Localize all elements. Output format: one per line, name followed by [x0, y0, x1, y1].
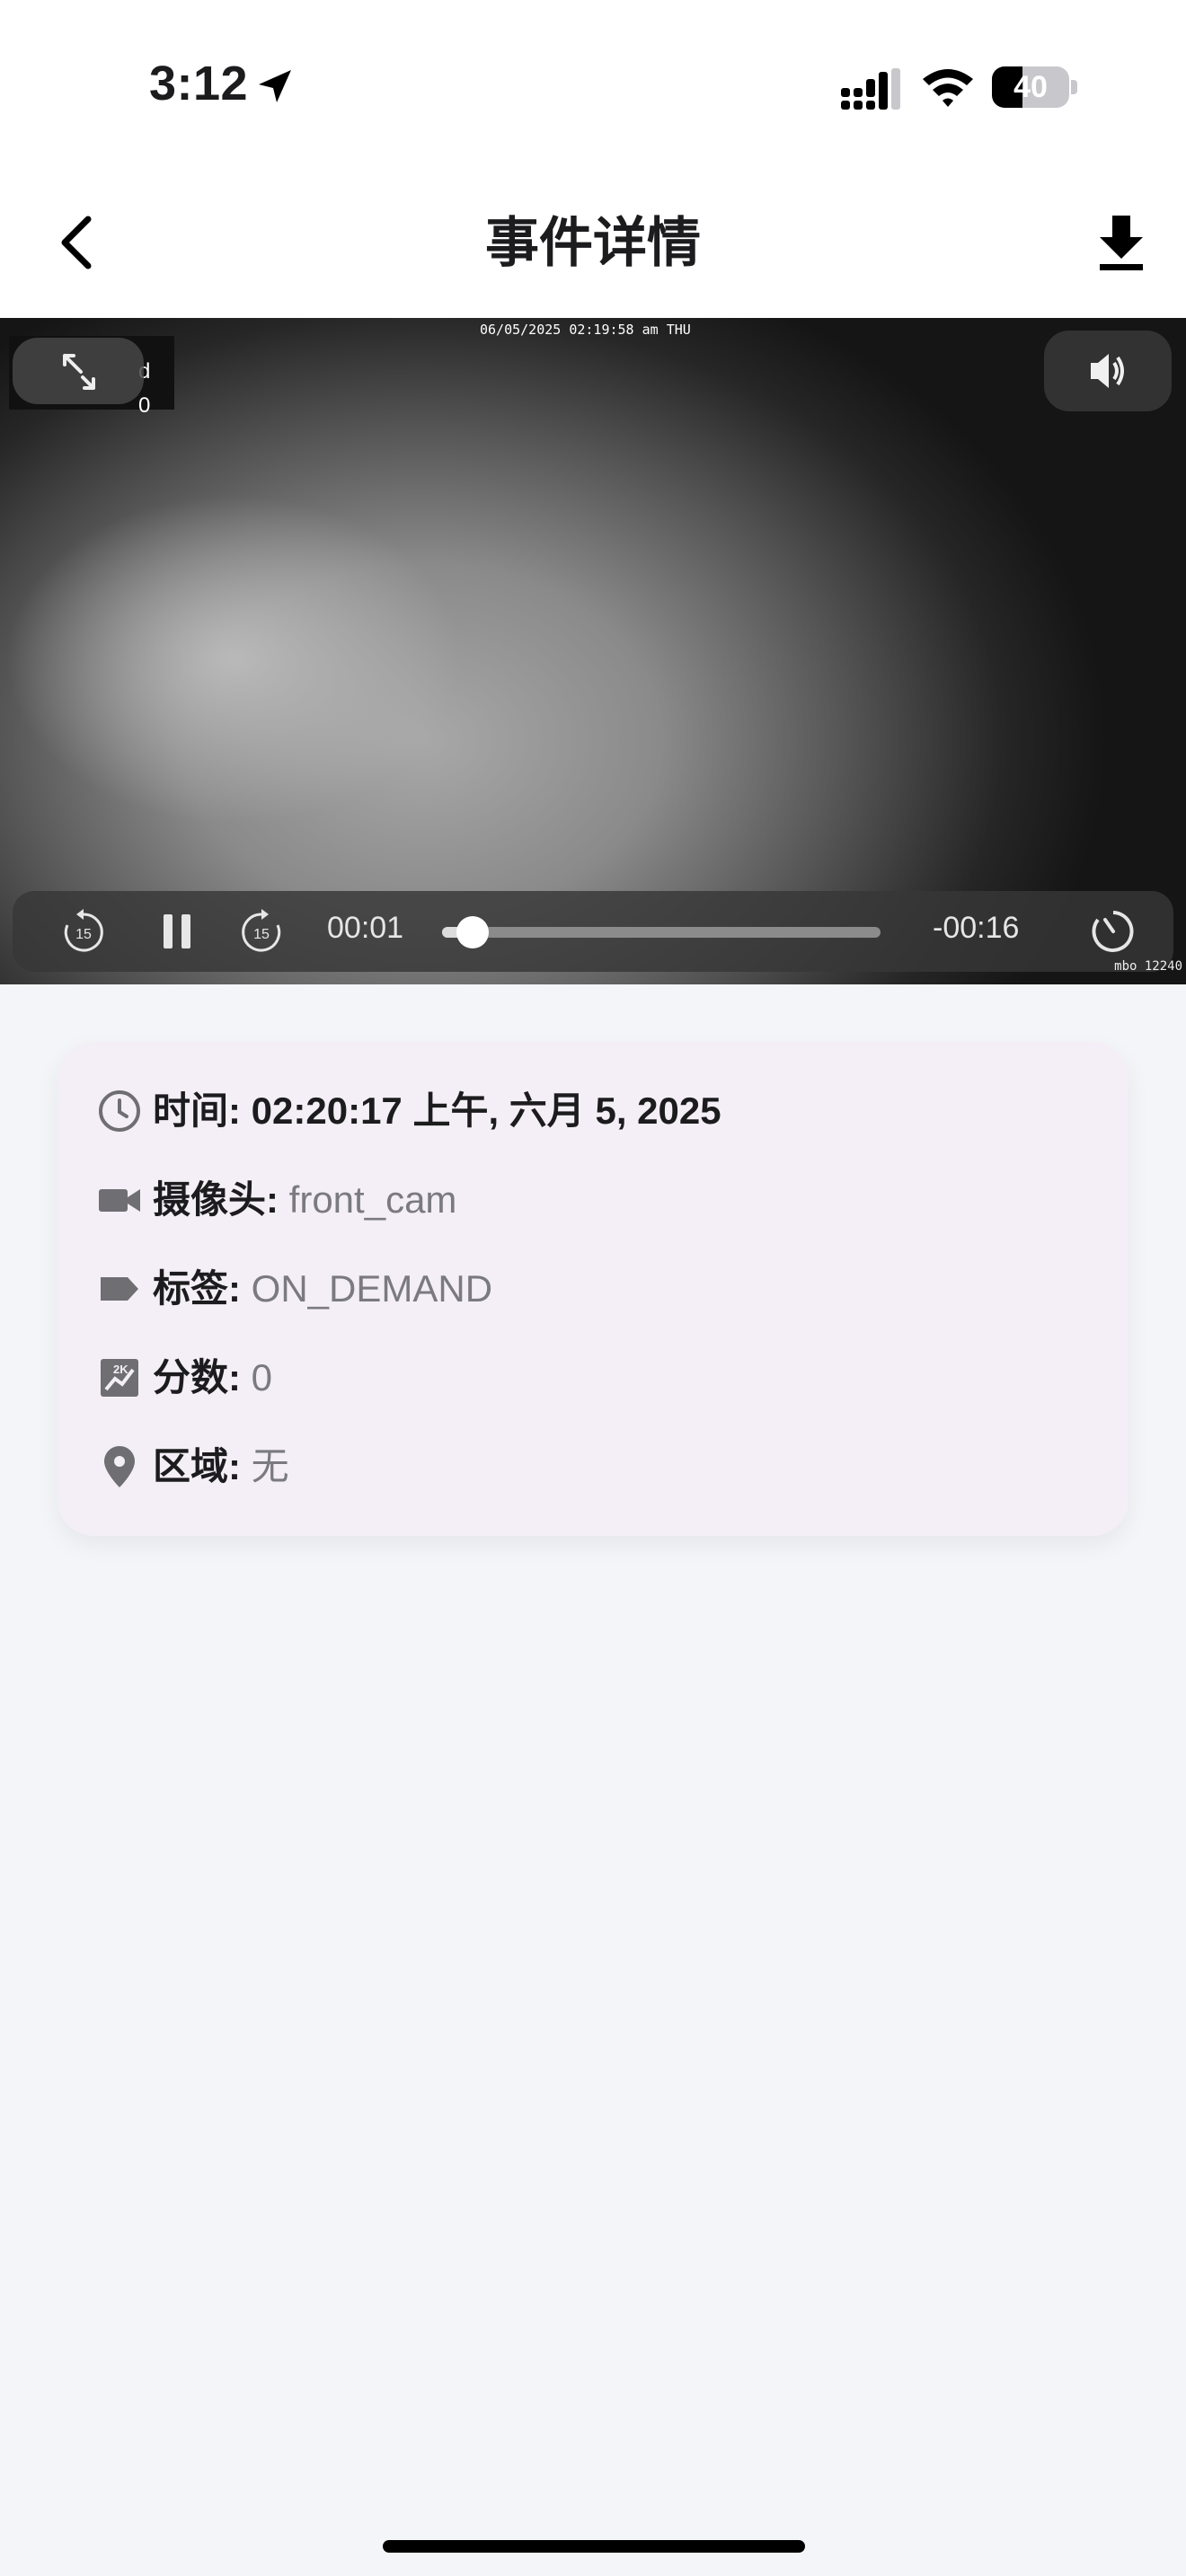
camera-value: front_cam	[288, 1178, 457, 1221]
tag-row: 标签: ON_DEMAND	[97, 1261, 1103, 1315]
zone-row: 区域: 无	[97, 1439, 1103, 1493]
app-bar: 事件详情	[0, 171, 1186, 318]
video-corner-label: mbo 12240	[1114, 959, 1182, 974]
time-row: 时间: 02:20:17 上午, 六月 5, 2025	[97, 1083, 1103, 1137]
location-pin-icon	[104, 1446, 135, 1487]
time-value: 02:20:17 上午, 六月 5, 2025	[251, 1090, 721, 1132]
score-label: 分数:	[153, 1356, 241, 1398]
zone-label: 区域:	[153, 1445, 241, 1487]
score-value: 0	[251, 1356, 273, 1398]
wifi-icon	[923, 69, 973, 107]
tag-value: ON_DEMAND	[251, 1267, 493, 1310]
battery-percent: 40	[1013, 70, 1048, 104]
remaining-time: -00:16	[933, 911, 1020, 945]
svg-text:15: 15	[75, 927, 92, 942]
score-chart-icon: 2K	[101, 1359, 138, 1397]
event-info-card: 时间: 02:20:17 上午, 六月 5, 2025 摄像头: front_c…	[58, 1042, 1128, 1536]
rewind-15-icon[interactable]: 15	[58, 905, 110, 957]
svg-text:15: 15	[253, 927, 270, 942]
download-button[interactable]	[1089, 207, 1154, 278]
volume-icon	[1091, 354, 1124, 388]
svg-text:2K: 2K	[113, 1363, 128, 1376]
zone-value: 无	[251, 1445, 289, 1487]
label-icon	[101, 1277, 138, 1301]
progress-thumb[interactable]	[456, 916, 490, 948]
video-camera-icon	[99, 1189, 140, 1212]
page-title: 事件详情	[485, 213, 701, 273]
cellular-signal-icon	[841, 68, 900, 110]
home-indicator	[383, 2540, 805, 2553]
collapse-arrows-icon	[63, 354, 95, 390]
current-time: 00:01	[327, 911, 404, 945]
video-player[interactable]: 06/05/2025 02:19:58 am THU d 0 15 15 00:…	[0, 318, 1186, 984]
status-bar: 3:12 40	[0, 0, 1186, 171]
forward-15-icon[interactable]: 15	[235, 905, 288, 957]
tag-label: 标签:	[153, 1267, 241, 1310]
score-row: 2K 分数: 0	[97, 1350, 1103, 1404]
clock-icon	[99, 1090, 140, 1132]
pause-icon[interactable]	[151, 905, 203, 957]
camera-label: 摄像头:	[153, 1178, 279, 1221]
camera-row: 摄像头: front_cam	[97, 1172, 1103, 1226]
playback-speed-icon[interactable]	[1087, 905, 1139, 957]
playback-controls: 15 15 00:01 -00:16	[13, 891, 1173, 972]
time-label: 时间:	[153, 1090, 241, 1132]
volume-button[interactable]	[1044, 331, 1172, 411]
video-osd-timestamp: 06/05/2025 02:19:58 am THU	[480, 322, 691, 338]
fullscreen-button[interactable]	[13, 338, 144, 404]
progress-slider[interactable]	[442, 916, 881, 948]
status-time: 3:12	[149, 57, 249, 110]
battery-indicator: 40	[992, 66, 1078, 108]
location-arrow-icon	[259, 70, 291, 102]
